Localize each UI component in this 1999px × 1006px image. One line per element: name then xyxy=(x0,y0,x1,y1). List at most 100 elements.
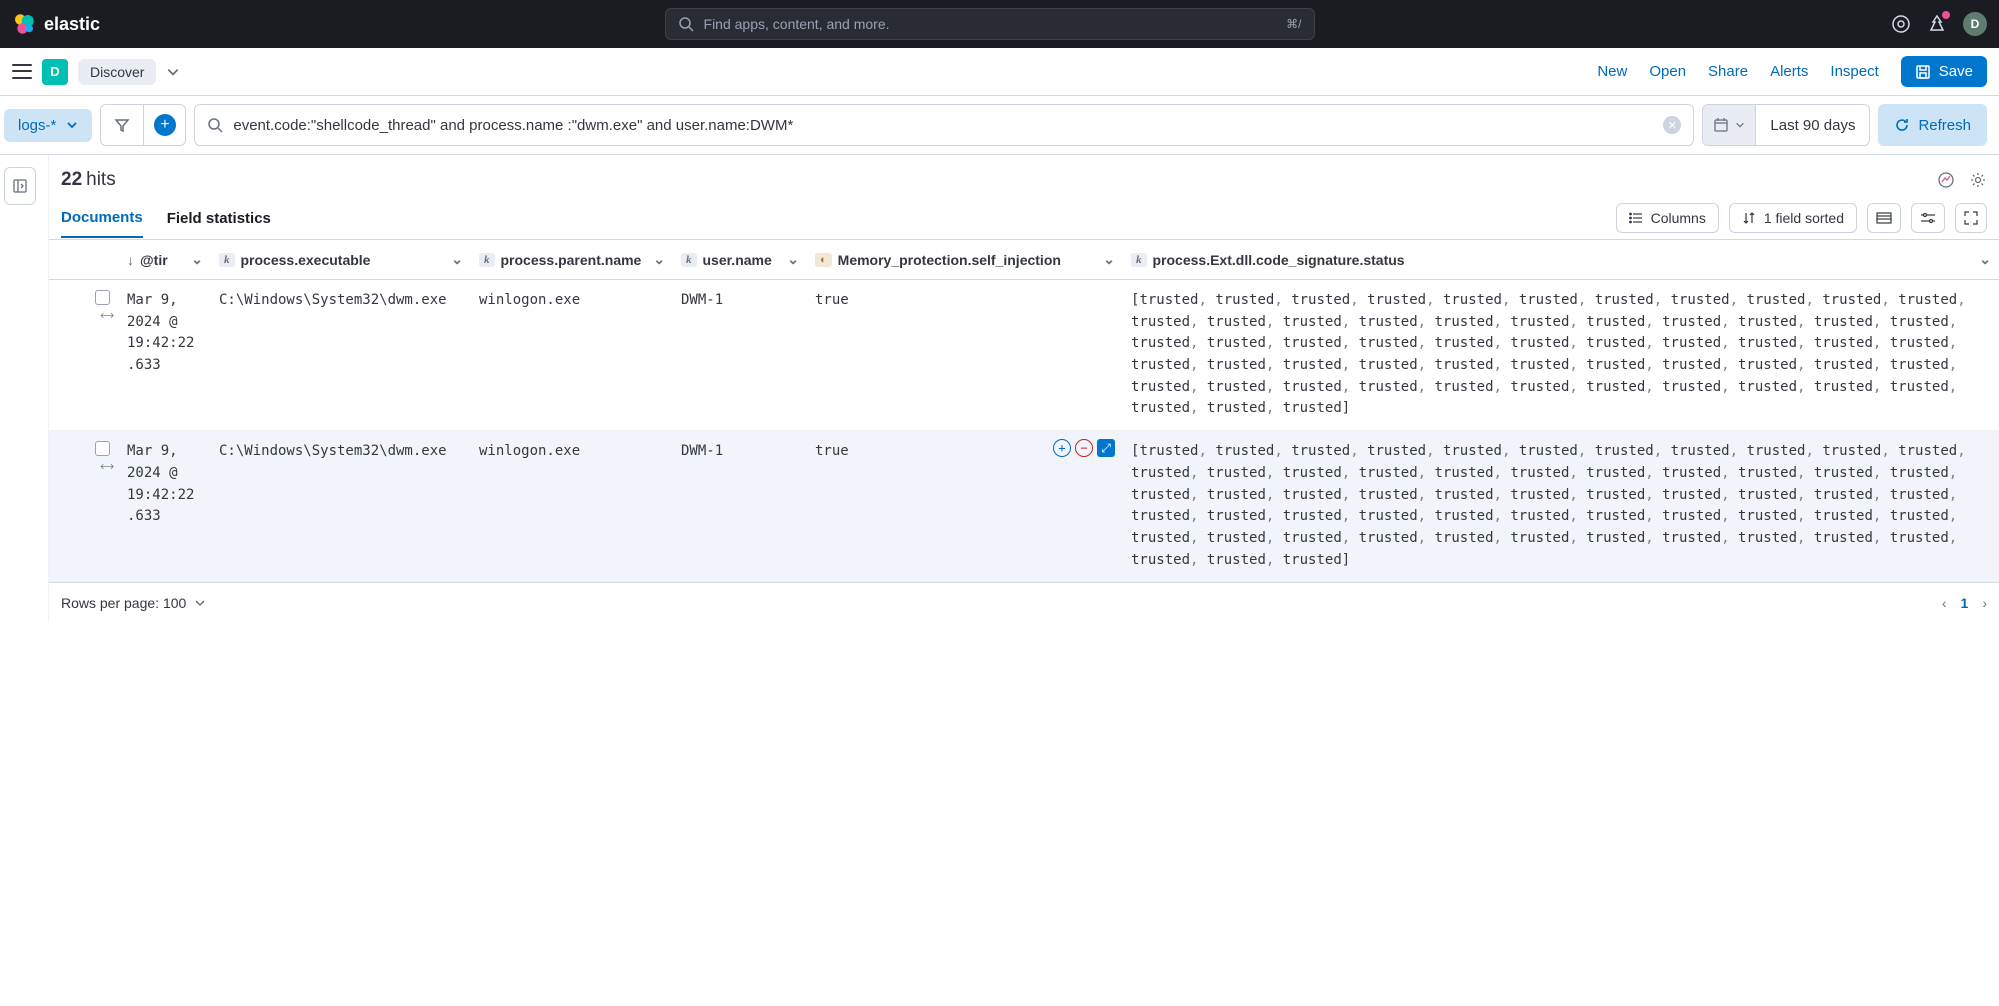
new-link[interactable]: New xyxy=(1597,63,1627,80)
query-input-wrap: ✕ xyxy=(194,104,1694,146)
filter-out-icon[interactable]: − xyxy=(1075,439,1093,457)
index-pattern-selector[interactable]: logs-* xyxy=(4,109,92,142)
search-placeholder: Find apps, content, and more. xyxy=(704,16,1287,32)
col-time-label: @tir xyxy=(140,252,168,268)
col-executable[interactable]: k process.executable ⌄ xyxy=(211,251,471,268)
hits-count: 22 xyxy=(61,169,82,191)
refresh-button[interactable]: Refresh xyxy=(1878,104,1987,146)
field-type-badge: k xyxy=(479,253,495,267)
chart-toggle-icon[interactable] xyxy=(1937,171,1955,189)
col-signature[interactable]: k process.Ext.dll.code_signature.status … xyxy=(1123,251,1999,268)
chevron-down-icon xyxy=(194,597,206,609)
add-filter-button[interactable]: + xyxy=(143,105,185,145)
col-user[interactable]: k user.name ⌄ xyxy=(673,251,807,268)
row-checkbox[interactable] xyxy=(85,431,119,581)
chevron-down-icon[interactable] xyxy=(166,65,180,79)
fullscreen-button[interactable] xyxy=(1955,203,1987,233)
save-button[interactable]: Save xyxy=(1901,56,1987,87)
chevron-down-icon[interactable]: ⌄ xyxy=(787,251,799,268)
fullscreen-icon xyxy=(1964,211,1978,225)
user-avatar[interactable]: D xyxy=(1963,12,1987,36)
date-range-label[interactable]: Last 90 days xyxy=(1756,105,1869,145)
sliders-icon xyxy=(1920,212,1936,224)
row-checkbox[interactable] xyxy=(85,280,119,430)
app-name[interactable]: Discover xyxy=(78,59,156,85)
panel-expand-icon xyxy=(12,178,28,194)
chevron-down-icon xyxy=(1735,120,1745,130)
page-next[interactable]: › xyxy=(1982,595,1987,611)
chevron-down-icon[interactable]: ⌄ xyxy=(1979,251,1991,268)
sort-button[interactable]: 1 field sorted xyxy=(1729,203,1857,233)
sidebar-toggle[interactable] xyxy=(4,167,36,205)
global-header: elastic Find apps, content, and more. ⌘/… xyxy=(0,0,1999,48)
filter-controls: + xyxy=(100,104,186,146)
chevron-down-icon[interactable]: ⌄ xyxy=(451,251,463,268)
chevron-down-icon[interactable]: ⌄ xyxy=(191,251,203,268)
cell-parent: winlogon.exe xyxy=(471,431,673,581)
space-avatar[interactable]: D xyxy=(42,59,68,85)
table-row[interactable]: ⤢ Mar 9,2024 @19:42:22.633 C:\Windows\Sy… xyxy=(49,431,1999,582)
date-picker[interactable]: Last 90 days xyxy=(1702,104,1870,146)
cell-signature: [trusted, trusted, trusted, trusted, tru… xyxy=(1123,431,1999,581)
field-type-badge: ◐ xyxy=(815,253,832,267)
newsfeed-icon[interactable] xyxy=(1927,14,1947,34)
tab-field-statistics[interactable]: Field statistics xyxy=(167,200,271,237)
nav-toggle-icon[interactable] xyxy=(12,62,32,82)
refresh-label: Refresh xyxy=(1918,117,1971,134)
col-exec-label: process.executable xyxy=(241,252,371,268)
density-button[interactable] xyxy=(1867,203,1901,233)
plus-circle-icon: + xyxy=(154,114,176,136)
rows-pp-label: Rows per page: 100 xyxy=(61,595,186,611)
cell-parent: winlogon.exe xyxy=(471,280,673,430)
sort-icon xyxy=(1742,211,1756,225)
elastic-logo-icon xyxy=(12,12,36,36)
cell-expand-icon[interactable]: ⤢ xyxy=(1097,439,1115,457)
hits-label: hits xyxy=(86,169,116,191)
col-memory[interactable]: ◐ Memory_protection.self_injection ⌄ xyxy=(807,251,1123,268)
chevron-down-icon xyxy=(66,119,78,131)
filter-button[interactable] xyxy=(101,105,143,145)
page-current[interactable]: 1 xyxy=(1961,595,1969,611)
columns-button[interactable]: Columns xyxy=(1616,203,1719,233)
table-header: ↓ @tir ⌄ k process.executable ⌄ k proces… xyxy=(49,240,1999,280)
chevron-down-icon[interactable]: ⌄ xyxy=(1103,251,1115,268)
tabs-row: Documents Field statistics Columns 1 fie… xyxy=(49,197,1999,240)
page-prev[interactable]: ‹ xyxy=(1942,595,1947,611)
hits-summary: 22 hits xyxy=(49,155,1999,197)
density-icon xyxy=(1876,212,1892,224)
expand-row-icon[interactable]: ⤢ xyxy=(49,431,85,581)
filter-icon xyxy=(114,117,130,133)
clear-query-icon[interactable]: ✕ xyxy=(1663,116,1681,134)
chevron-down-icon[interactable]: ⌄ xyxy=(653,251,665,268)
col-parent[interactable]: k process.parent.name ⌄ xyxy=(471,251,673,268)
settings-icon[interactable] xyxy=(1969,171,1987,189)
columns-label: Columns xyxy=(1651,210,1706,226)
global-search-input[interactable]: Find apps, content, and more. ⌘/ xyxy=(665,8,1315,40)
open-link[interactable]: Open xyxy=(1649,63,1686,80)
alerts-link[interactable]: Alerts xyxy=(1770,63,1808,80)
table-row[interactable]: ⤢ Mar 9,2024 @19:42:22.633 C:\Windows\Sy… xyxy=(49,280,1999,431)
filter-for-icon[interactable]: + xyxy=(1053,439,1071,457)
sort-label: 1 field sorted xyxy=(1764,210,1844,226)
cell-signature: [trusted, trusted, trusted, trusted, tru… xyxy=(1123,280,1999,430)
elastic-logo[interactable]: elastic xyxy=(12,12,100,36)
cell-memory: true + − ⤢ xyxy=(807,431,1123,581)
search-icon xyxy=(678,16,694,32)
rows-per-page[interactable]: Rows per page: 100 xyxy=(61,595,206,611)
expand-row-icon[interactable]: ⤢ xyxy=(49,280,85,430)
search-icon xyxy=(207,117,223,133)
tab-documents[interactable]: Documents xyxy=(61,199,143,238)
display-options-button[interactable] xyxy=(1911,203,1945,233)
share-link[interactable]: Share xyxy=(1708,63,1748,80)
help-icon[interactable] xyxy=(1891,14,1911,34)
kql-query-input[interactable] xyxy=(233,117,1653,134)
col-timestamp[interactable]: ↓ @tir ⌄ xyxy=(119,251,211,268)
field-type-badge: k xyxy=(1131,253,1147,267)
inspect-link[interactable]: Inspect xyxy=(1830,63,1878,80)
col-user-label: user.name xyxy=(703,252,772,268)
field-type-badge: k xyxy=(219,253,235,267)
date-picker-quick[interactable] xyxy=(1703,105,1756,145)
cell-hover-actions: + − ⤢ xyxy=(1053,439,1115,457)
cell-timestamp: Mar 9,2024 @19:42:22.633 xyxy=(119,280,211,430)
search-shortcut: ⌘/ xyxy=(1286,17,1301,31)
